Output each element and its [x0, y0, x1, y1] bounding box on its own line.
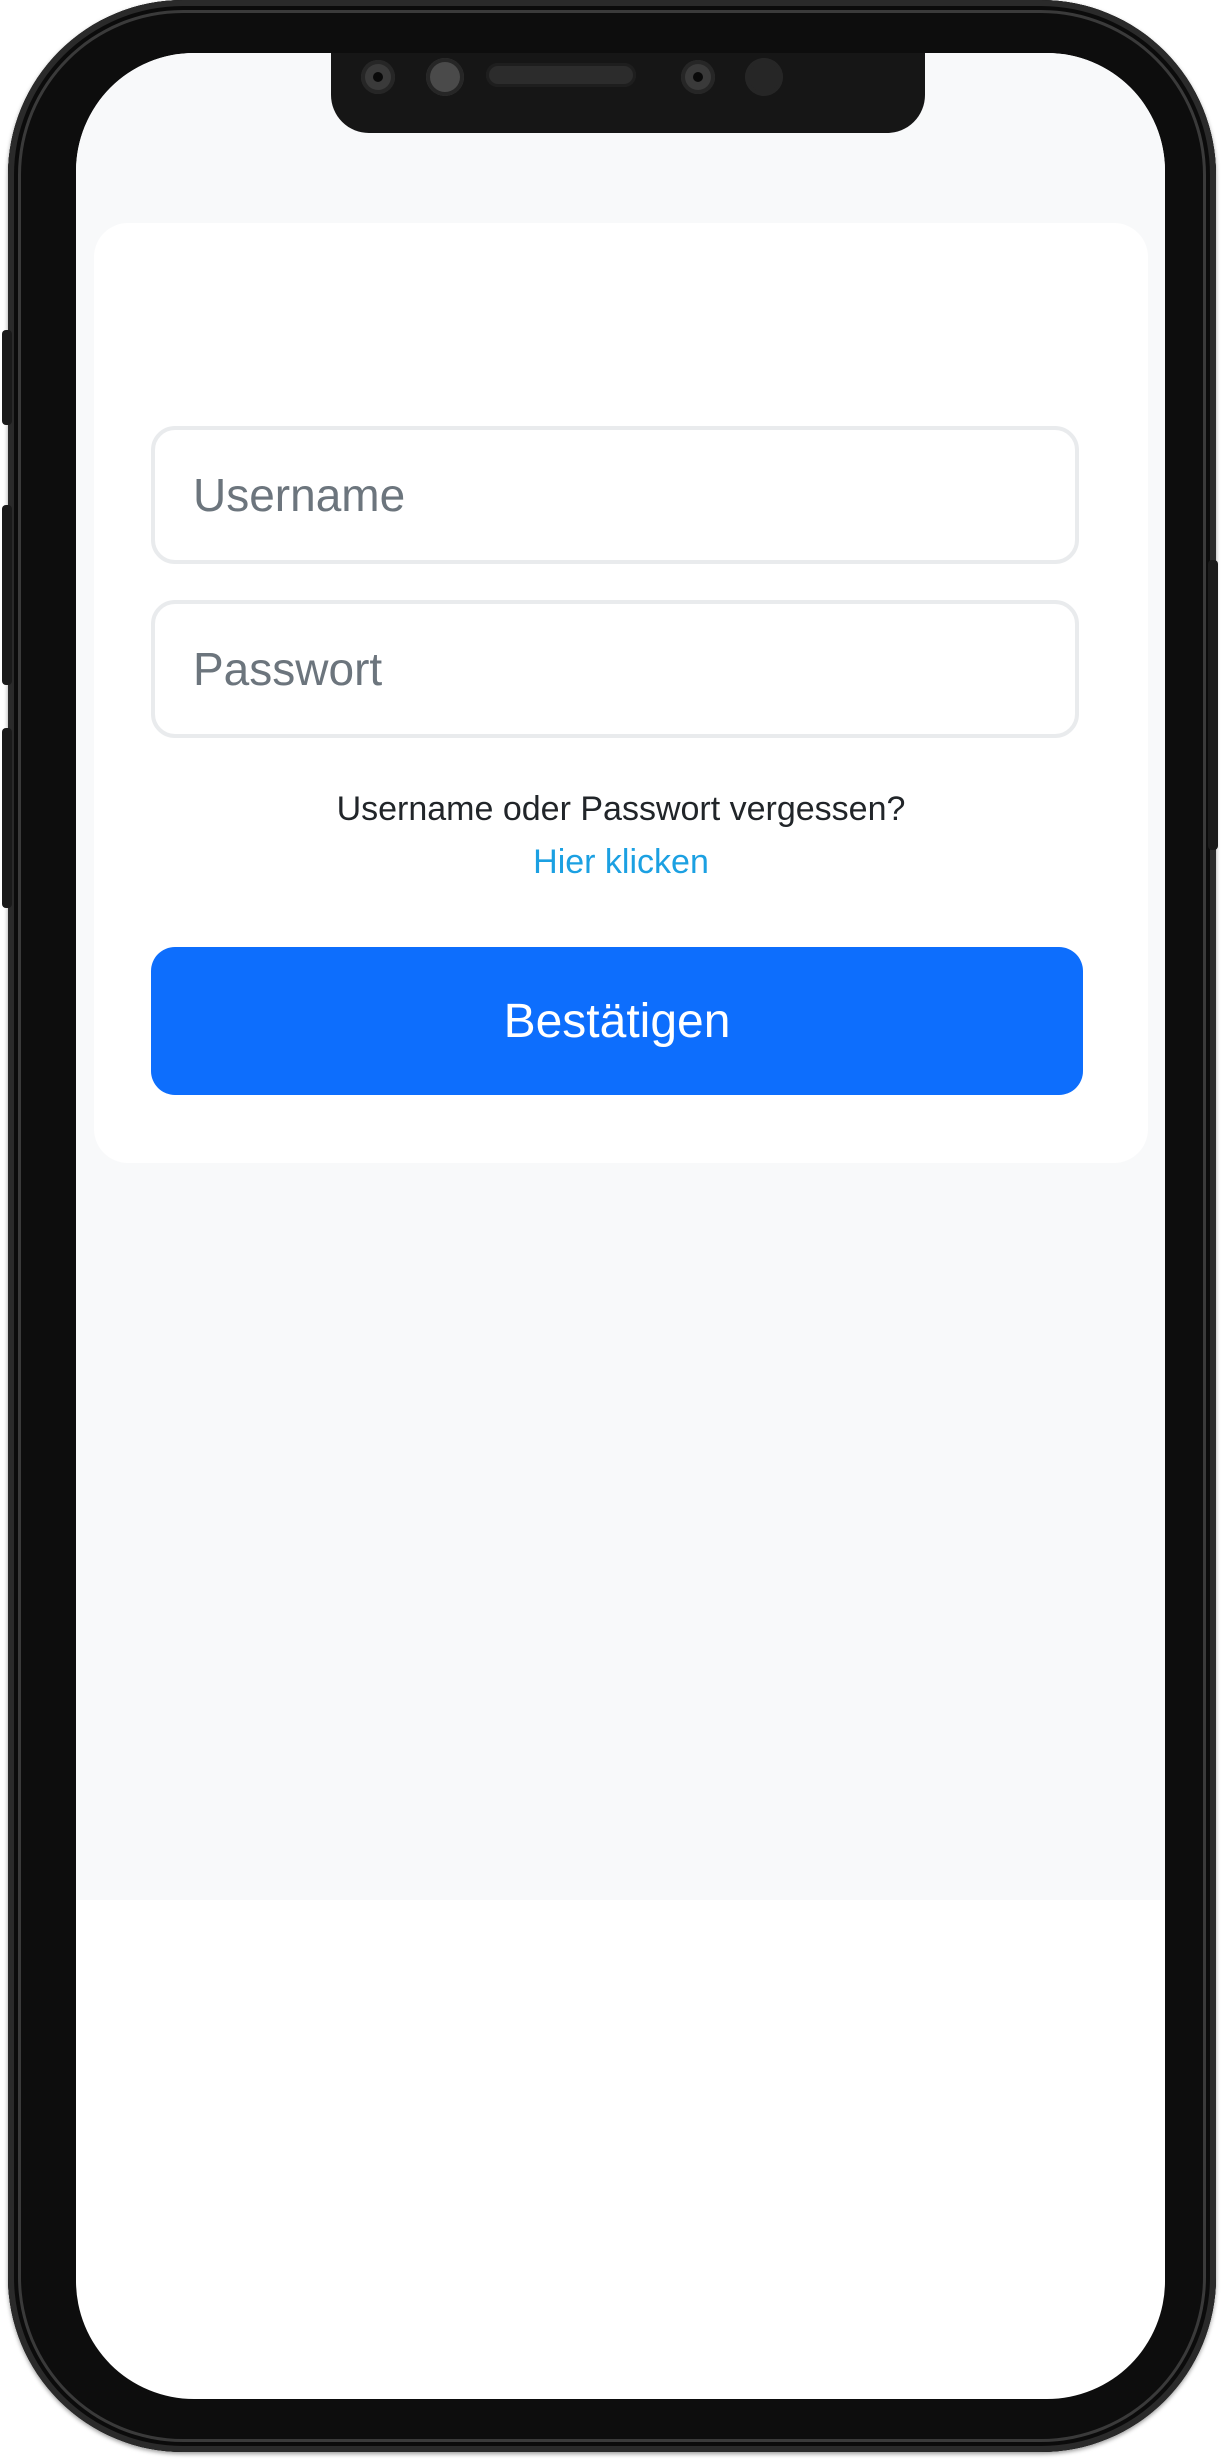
- front-camera-icon: [361, 60, 395, 94]
- proximity-sensor-icon: [745, 58, 783, 96]
- forgot-credentials-text: Username oder Passwort vergessen?: [336, 790, 906, 828]
- phone-frame: Username oder Passwort vergessen? Hier k…: [2, 0, 1218, 2452]
- username-input[interactable]: [151, 426, 1079, 564]
- volume-up-button: [2, 505, 12, 685]
- phone-screen: Username oder Passwort vergessen? Hier k…: [76, 53, 1165, 2399]
- submit-button[interactable]: Bestätigen: [151, 947, 1083, 1095]
- volume-down-button: [2, 728, 12, 908]
- face-id-camera-icon: [681, 60, 715, 94]
- forgot-credentials-link[interactable]: Hier klicken: [94, 843, 1148, 882]
- sensor-icon: [426, 58, 464, 96]
- password-input[interactable]: [151, 600, 1079, 738]
- silent-switch: [2, 330, 12, 425]
- earpiece-speaker: [486, 63, 636, 87]
- login-card: Username oder Passwort vergessen? Hier k…: [94, 223, 1148, 1163]
- power-button: [1208, 560, 1218, 850]
- phone-notch: [331, 53, 925, 133]
- app-background: Username oder Passwort vergessen? Hier k…: [76, 53, 1165, 1900]
